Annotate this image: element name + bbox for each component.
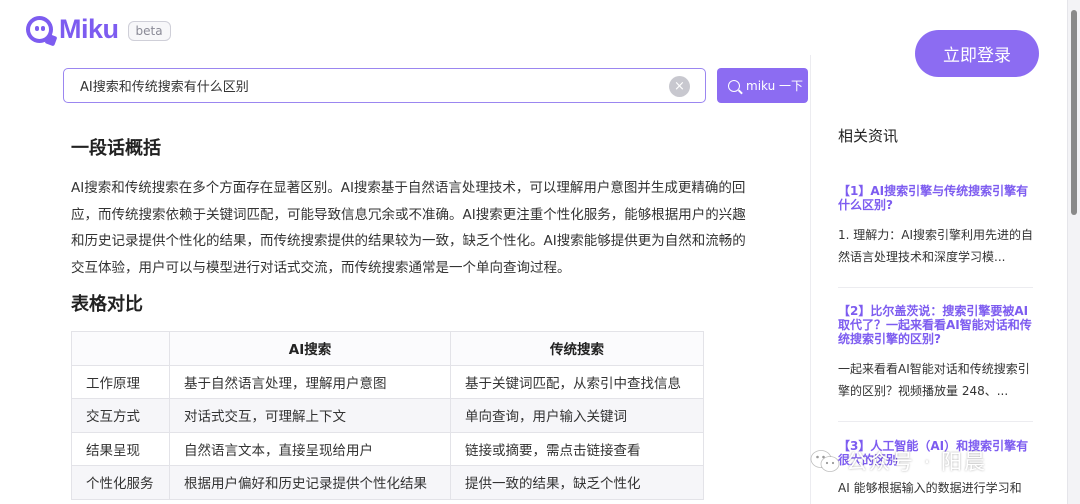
search-button-label: miku 一下 [746, 79, 804, 93]
news-divider [838, 421, 1033, 422]
clear-icon[interactable]: × [669, 76, 690, 97]
summary-text: AI搜索和传统搜索在多个方面存在显著区别。AI搜索基于自然语言处理技术，可以理解… [71, 180, 746, 276]
news-item-link[interactable]: 【1】AI搜索引擎与传统搜索引擎有什么区别? [838, 184, 1034, 212]
news-item: 【2】比尔盖茨说：搜索引擎要被AI取代了？一起来看看AI智能对话和传统搜索引擎的… [838, 304, 1034, 402]
search-input[interactable] [80, 78, 660, 93]
table-cell: 工作原理 [71, 364, 170, 399]
table-cell: 对话式交互，可理解上下文 [169, 398, 451, 433]
table-header-cell: AI搜索 [169, 331, 451, 366]
panel-divider [810, 55, 811, 504]
table-cell: 自然语言文本，直接呈现给用户 [169, 431, 451, 466]
news-divider [838, 287, 1033, 288]
news-item-desc: 一起来看看AI智能对话和传统搜索引擎的区别？视频播放量 248、... [838, 362, 1030, 398]
news-item-desc: AI 能够根据输入的数据进行学习和 [838, 481, 1022, 495]
watermark: 公众号 · 阳晨 [810, 446, 987, 476]
news-item: 【1】AI搜索引擎与传统搜索引擎有什么区别? 1. 理解力：AI搜索引擎利用先进… [838, 184, 1034, 268]
table-header-row: AI搜索 传统搜索 [71, 331, 704, 366]
scrollbar[interactable] [1068, 0, 1080, 504]
comparison-heading: 表格对比 [71, 294, 143, 315]
search-button[interactable]: miku 一下 [717, 68, 808, 103]
logo-text: Miku [59, 14, 119, 44]
table-header-cell [71, 331, 170, 366]
news-item-desc: 1. 理解力：AI搜索引擎利用先进的自然语言处理技术和深度学习模... [838, 228, 1034, 264]
wechat-icon [810, 450, 840, 472]
table-cell: 个性化服务 [71, 465, 170, 500]
scrollbar-thumb[interactable] [1071, 10, 1077, 215]
table-cell: 提供一致的结果，缺乏个性化 [450, 465, 704, 500]
table-cell: 结果呈现 [71, 431, 170, 466]
news-item-link[interactable]: 【2】比尔盖茨说：搜索引擎要被AI取代了？一起来看看AI智能对话和传统搜索引擎的… [838, 304, 1034, 346]
search-icon [728, 79, 740, 92]
table-cell: 基于关键词匹配，从索引中查找信息 [450, 364, 704, 399]
table-cell: 交互方式 [71, 398, 170, 433]
summary-heading: 一段话概括 [71, 138, 161, 159]
table-row: 个性化服务 根据用户偏好和历史记录提供个性化结果 提供一致的结果，缺乏个性化 [71, 465, 704, 500]
table-cell: 根据用户偏好和历史记录提供个性化结果 [169, 465, 451, 500]
app-window: Miku beta 立即登录 × miku 一下 一段话概括 AI搜索和传统搜索… [0, 0, 1068, 504]
logo[interactable]: Miku beta [26, 14, 171, 47]
table-row: 交互方式 对话式交互，可理解上下文 单向查询，用户输入关键词 [71, 398, 704, 433]
watermark-text: 公众号 · 阳晨 [846, 450, 988, 474]
beta-badge: beta [127, 21, 171, 41]
news-panel-title: 相关资讯 [838, 127, 899, 145]
table-cell: 单向查询，用户输入关键词 [450, 398, 704, 433]
table-cell: 链接或摘要，需点击链接查看 [450, 431, 704, 466]
miku-logo-icon [26, 16, 58, 47]
search-box[interactable]: × [63, 68, 706, 103]
comparison-table: AI搜索 传统搜索 工作原理 基于自然语言处理，理解用户意图 基于关键词匹配，从… [71, 331, 704, 500]
table-header-cell: 传统搜索 [450, 331, 704, 366]
table-row: 工作原理 基于自然语言处理，理解用户意图 基于关键词匹配，从索引中查找信息 [71, 364, 704, 399]
table-cell: 基于自然语言处理，理解用户意图 [169, 364, 451, 399]
table-row: 结果呈现 自然语言文本，直接呈现给用户 链接或摘要，需点击链接查看 [71, 431, 704, 466]
login-button[interactable]: 立即登录 [915, 30, 1039, 77]
